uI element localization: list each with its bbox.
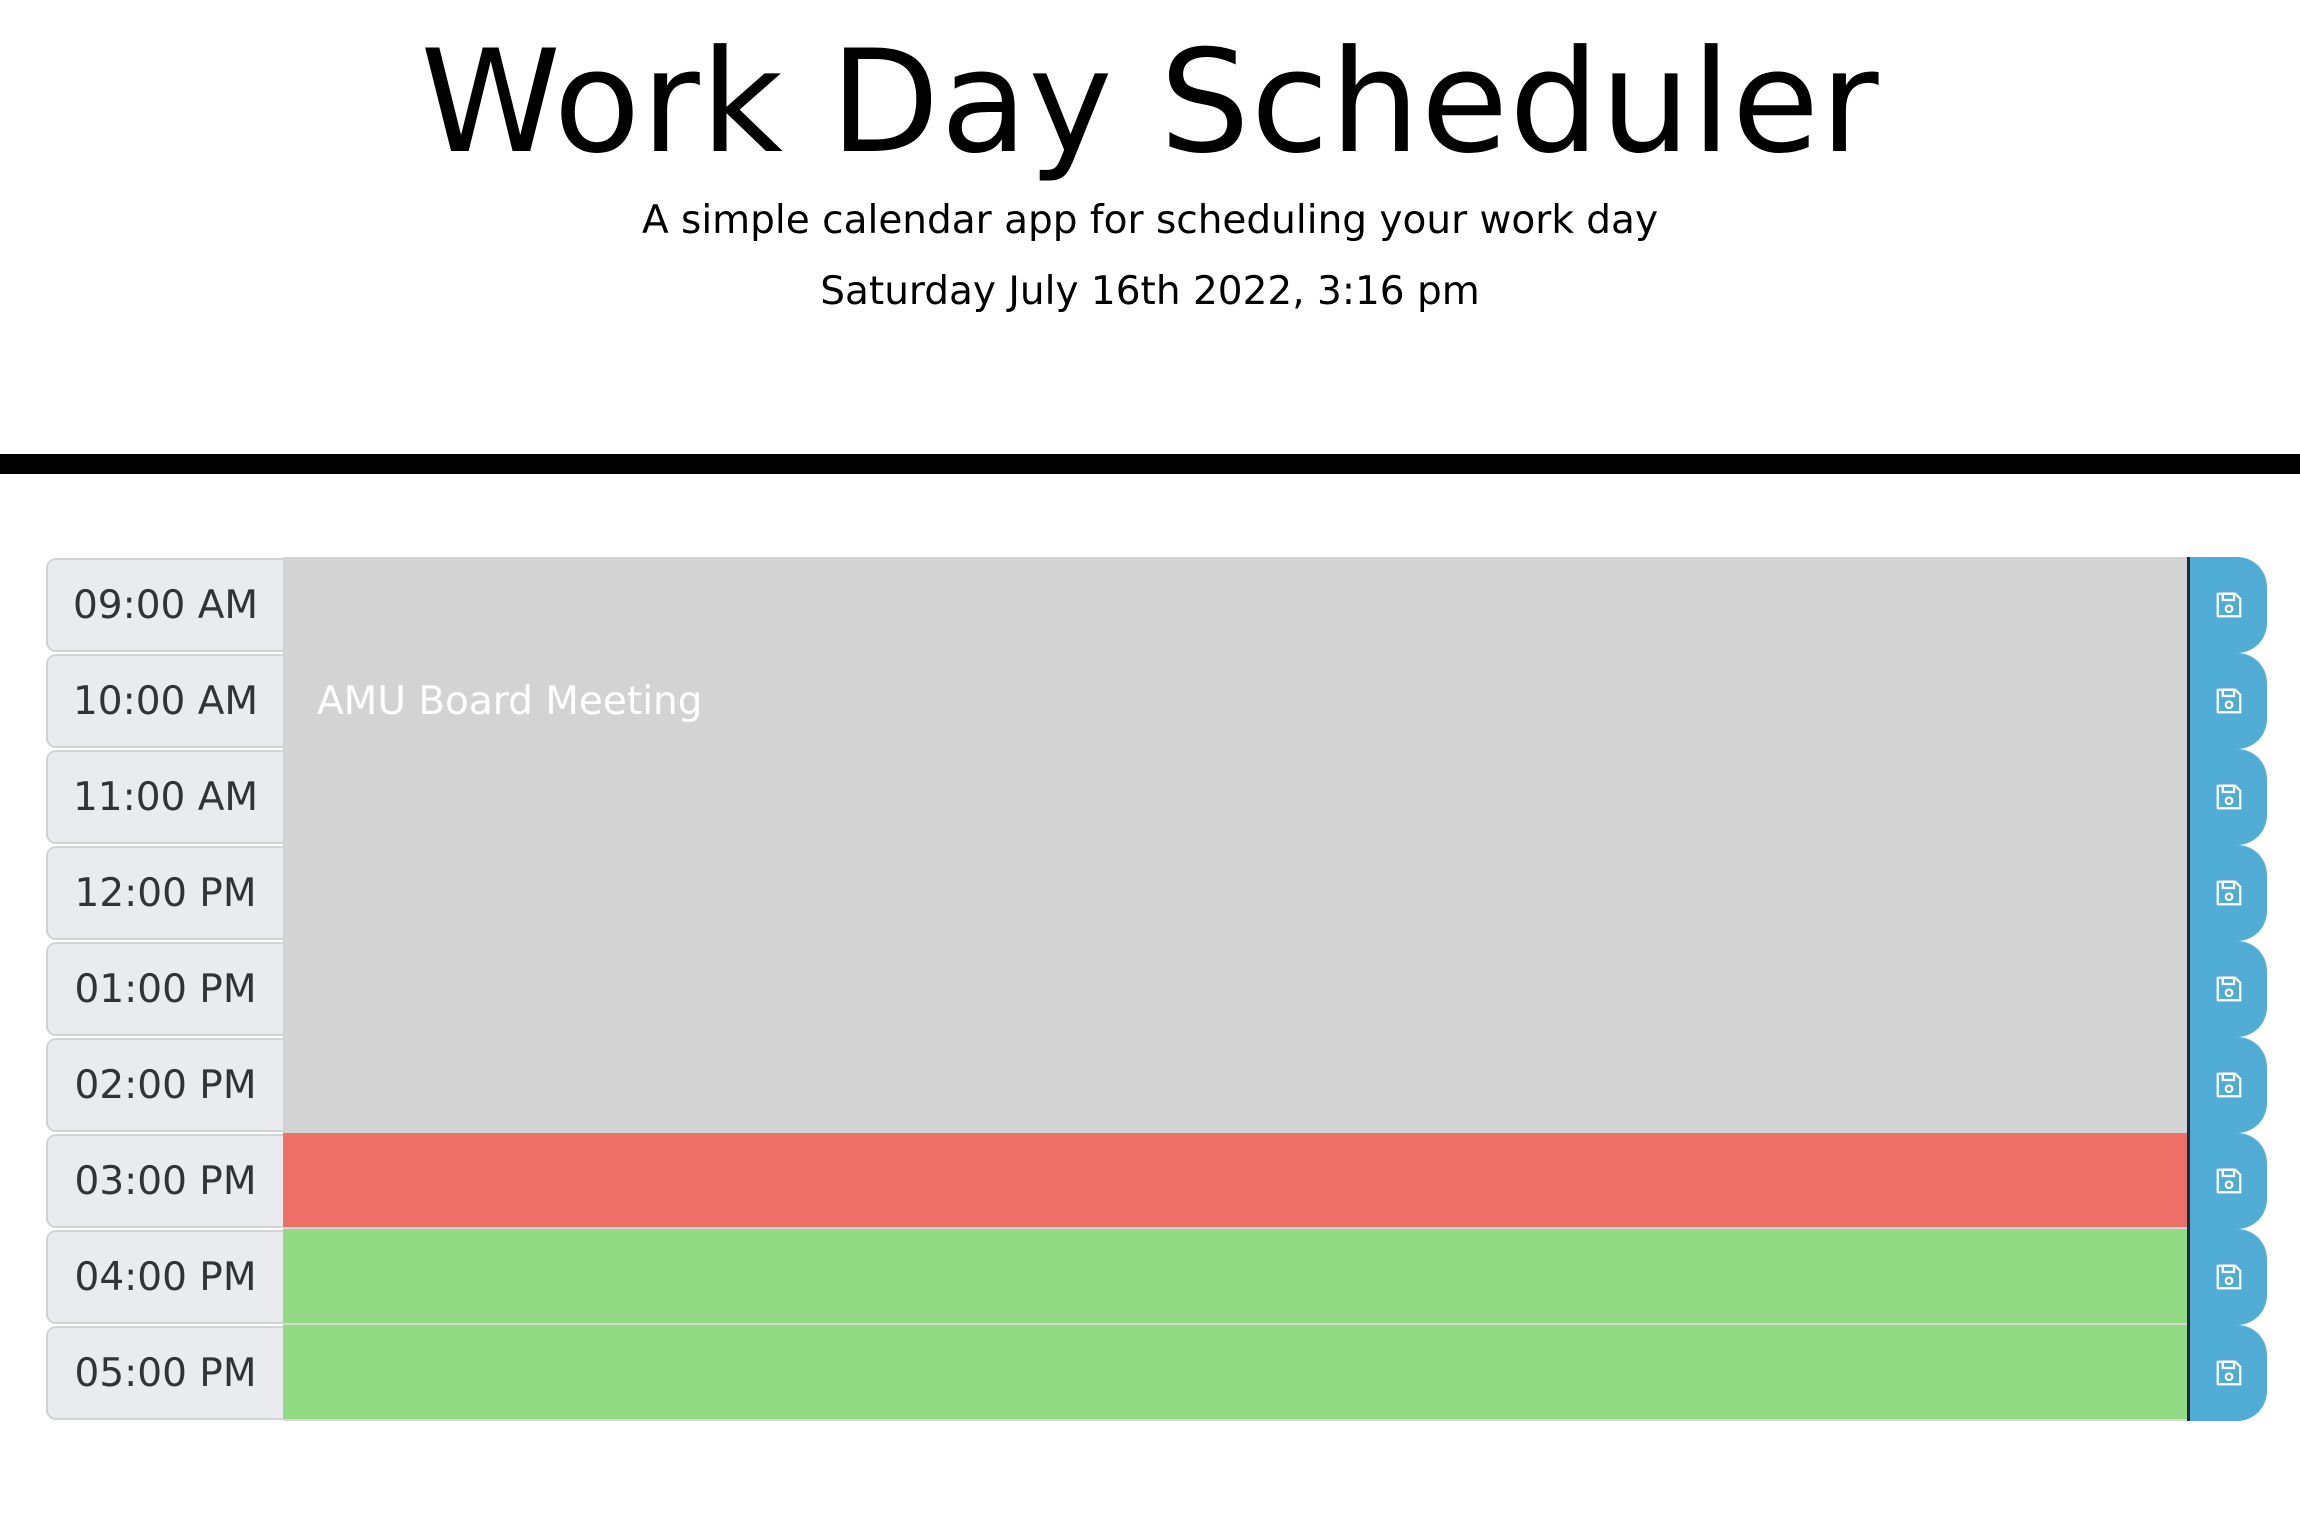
time-block-row: 03:00 PM [46,1133,2267,1229]
event-description-input[interactable] [283,845,2187,941]
time-block-row: 04:00 PM [46,1229,2267,1325]
hour-label: 10:00 AM [46,654,283,748]
hour-label: 02:00 PM [46,1038,283,1132]
schedule-container: 09:00 AM 10:00 AM AMU Board Meeting 11:00 A… [46,557,2267,1421]
time-block-row: 02:00 PM [46,1037,2267,1133]
event-description-input[interactable] [283,749,2187,845]
event-description-input[interactable]: AMU Board Meeting [283,653,2187,749]
event-description-input[interactable] [283,941,2187,1037]
save-button[interactable] [2187,1325,2267,1421]
save-button[interactable] [2187,749,2267,845]
floppy-disk-icon [2216,1168,2241,1194]
save-button[interactable] [2187,557,2267,653]
save-button[interactable] [2187,1229,2267,1325]
floppy-disk-icon [2216,880,2241,906]
hour-label: 03:00 PM [46,1134,283,1228]
hour-label: 01:00 PM [46,942,283,1036]
save-button[interactable] [2187,941,2267,1037]
save-button[interactable] [2187,845,2267,941]
save-button[interactable] [2187,653,2267,749]
hour-label: 05:00 PM [46,1326,283,1420]
current-date-time: Saturday July 16th 2022, 3:16 pm [820,269,1480,314]
floppy-disk-icon [2216,976,2241,1002]
floppy-disk-icon [2216,1360,2241,1386]
event-description-input[interactable] [283,557,2187,653]
event-description-input[interactable] [283,1133,2187,1229]
event-description-input[interactable] [283,1325,2187,1421]
time-block-row: 10:00 AM AMU Board Meeting [46,653,2267,749]
hour-label: 12:00 PM [46,846,283,940]
page-title: Work Day Scheduler [420,20,1880,185]
time-block-row: 05:00 PM [46,1325,2267,1421]
page-subtitle: A simple calendar app for scheduling you… [641,198,1659,243]
time-block-row: 12:00 PM [46,845,2267,941]
floppy-disk-icon [2216,688,2241,714]
save-button[interactable] [2187,1037,2267,1133]
floppy-disk-icon [2216,1264,2241,1290]
event-description-input[interactable] [283,1037,2187,1133]
hour-label: 04:00 PM [46,1230,283,1324]
page-header: Work Day Scheduler A simple calendar app… [0,0,2300,474]
save-button[interactable] [2187,1133,2267,1229]
floppy-disk-icon [2216,592,2241,618]
hour-label: 11:00 AM [46,750,283,844]
event-description-input[interactable] [283,1229,2187,1325]
time-block-row: 01:00 PM [46,941,2267,1037]
time-block-row: 11:00 AM [46,749,2267,845]
time-block-row: 09:00 AM [46,557,2267,653]
floppy-disk-icon [2216,1072,2241,1098]
floppy-disk-icon [2216,784,2241,810]
hour-label: 09:00 AM [46,558,283,652]
